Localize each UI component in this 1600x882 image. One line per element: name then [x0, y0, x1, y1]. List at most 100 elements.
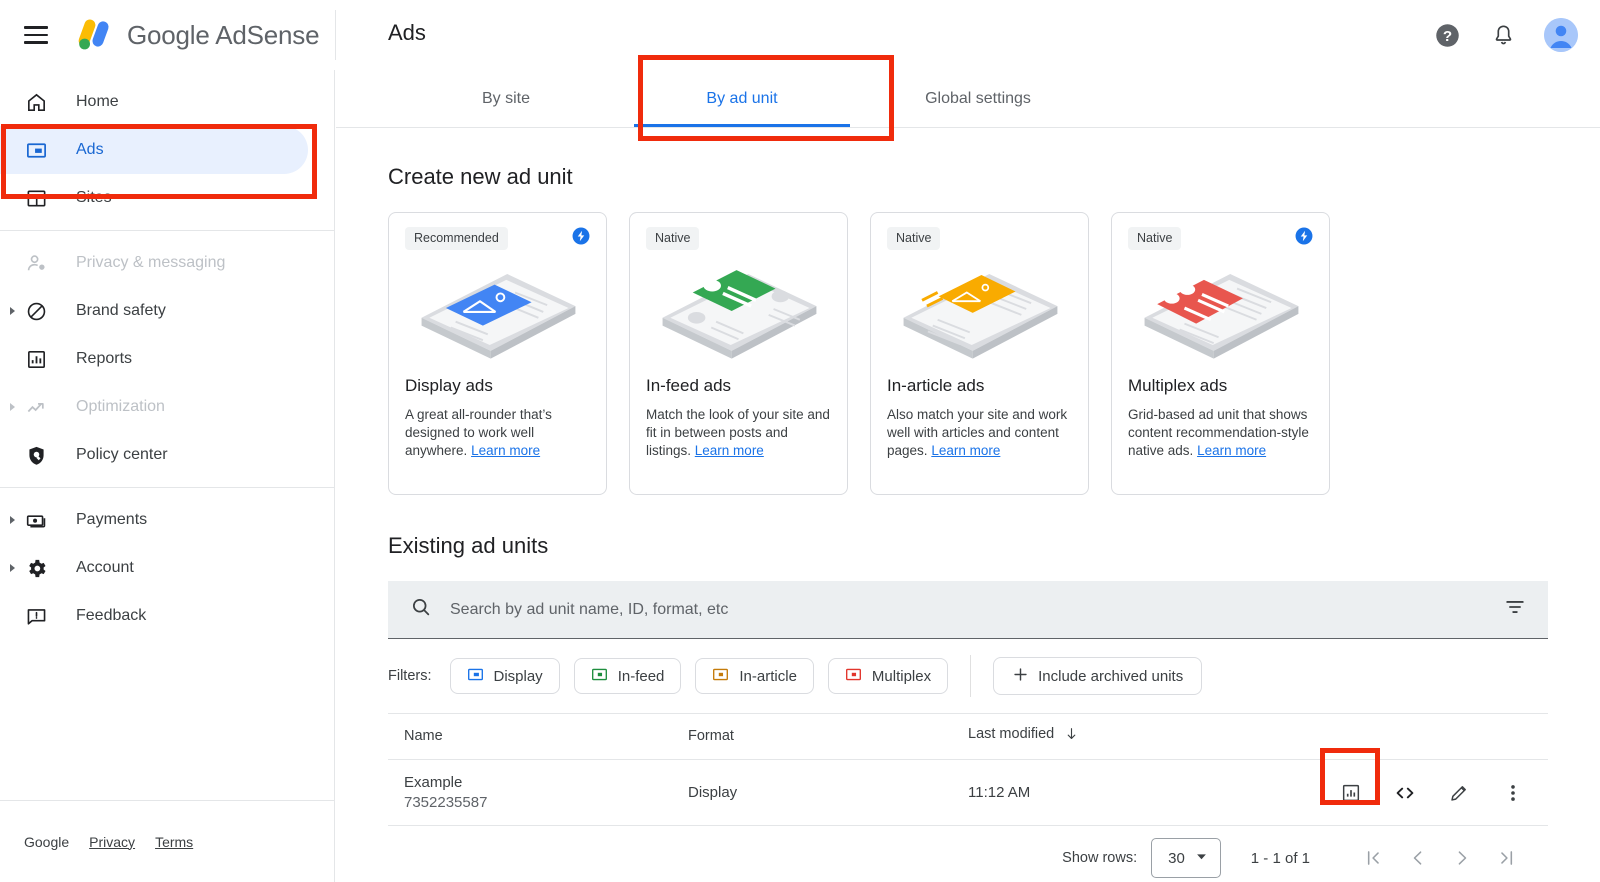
bell-icon[interactable] [1488, 20, 1518, 50]
sidebar-item-label: Privacy & messaging [76, 254, 226, 271]
card-badge: Native [646, 227, 700, 250]
table-head: Name Format Last modified [388, 713, 1548, 760]
learn-more-link[interactable]: Learn more [1197, 443, 1266, 458]
sidebar-group-tools: Privacy & messaging Brand safety Reports… [0, 231, 334, 487]
sidebar-item-account[interactable]: Account [0, 544, 308, 592]
footer-privacy-link[interactable]: Privacy [89, 834, 135, 850]
multiplex-format-icon [845, 666, 862, 687]
cell-format: Display [688, 759, 968, 826]
account-avatar[interactable] [1544, 18, 1578, 52]
card-header: Native [646, 227, 831, 250]
ads-icon [24, 138, 48, 162]
sidebar-item-ads[interactable]: Ads [0, 126, 308, 174]
column-header-name[interactable]: Name [388, 713, 688, 760]
filter-chip-display[interactable]: Display [449, 658, 560, 694]
sidebar-item-reports[interactable]: Reports [0, 335, 308, 383]
tab-global-settings[interactable]: Global settings [860, 70, 1096, 127]
sidebar-item-sites[interactable]: Sites [0, 174, 308, 222]
column-header-last-modified[interactable]: Last modified [968, 713, 1268, 760]
table-row[interactable]: Example 7352235587 Display 11:12 AM [388, 759, 1548, 826]
in-article-ad-illustration [887, 256, 1072, 364]
pagination-range: 1 - 1 of 1 [1250, 849, 1310, 867]
show-rows-label: Show rows: [1062, 850, 1138, 866]
card-title: Multiplex ads [1128, 376, 1228, 395]
card-badge: Recommended [405, 227, 508, 250]
brand-logo-group[interactable]: Google AdSense [72, 17, 320, 53]
include-archived-units-button[interactable]: Include archived units [993, 657, 1203, 695]
table-body: Example 7352235587 Display 11:12 AM [388, 759, 1548, 826]
card-in-article-ads[interactable]: Native In-article ads Also match your si… [870, 212, 1089, 495]
prev-page-icon[interactable] [1396, 838, 1440, 878]
sidebar-item-optimization[interactable]: Optimization [0, 383, 308, 431]
tab-label: By site [481, 89, 530, 107]
filter-chip-multiplex[interactable]: Multiplex [827, 658, 949, 694]
tab-by-ad-unit[interactable]: By ad unit [624, 70, 860, 127]
shield-icon [24, 443, 48, 467]
sidebar-item-brand-safety[interactable]: Brand safety [0, 287, 308, 335]
card-description: Grid-based ad unit that shows content re… [1128, 406, 1313, 460]
card-header: Native [1128, 227, 1313, 250]
hamburger-icon[interactable] [24, 26, 48, 44]
tab-by-site[interactable]: By site [388, 70, 624, 127]
content-area: Create new ad unit Recommended Display a… [336, 128, 1600, 882]
sidebar-item-privacy-messaging[interactable]: Privacy & messaging [0, 239, 308, 287]
card-in-feed-ads[interactable]: Native In-feed ads Match the look of you… [629, 212, 848, 495]
header-divider [335, 10, 336, 60]
tune-icon[interactable] [1504, 596, 1526, 623]
learn-more-link[interactable]: Learn more [695, 443, 764, 458]
existing-section-title: Existing ad units [388, 533, 549, 558]
get-code-button[interactable] [1392, 780, 1418, 806]
ad-unit-type-cards: Recommended Display ads A great all-roun… [388, 212, 1548, 495]
cell-actions [1268, 759, 1548, 826]
card-multiplex-ads[interactable]: Native Multiplex ads Grid-based ad unit … [1111, 212, 1330, 495]
sidebar-group-account: Payments Account Feedback [0, 488, 334, 648]
filter-chip-label: In-feed [617, 667, 665, 685]
sidebar-item-label: Sites [76, 189, 112, 206]
filter-chip-label: Multiplex [871, 667, 932, 685]
sidebar-item-payments[interactable]: Payments [0, 496, 308, 544]
tab-label: By ad unit [706, 89, 778, 107]
plus-icon [1012, 666, 1029, 687]
filter-chip-in-feed[interactable]: In-feed [573, 658, 682, 694]
card-badge: Native [1128, 227, 1182, 250]
next-page-icon[interactable] [1440, 838, 1484, 878]
column-header-format[interactable]: Format [688, 713, 968, 760]
search-input[interactable] [450, 600, 1486, 619]
sidebar-item-policy-center[interactable]: Policy center [0, 431, 308, 479]
home-icon [24, 90, 48, 114]
first-page-icon[interactable] [1352, 838, 1396, 878]
sidebar-item-feedback[interactable]: Feedback [0, 592, 308, 640]
filter-chip-label: Display [493, 667, 543, 685]
ad-unit-name: Example [404, 774, 463, 791]
last-page-icon[interactable] [1484, 838, 1528, 878]
table-header-row: Name Format Last modified [388, 713, 1548, 760]
footer-terms-link[interactable]: Terms [155, 834, 193, 850]
display-format-icon [467, 666, 484, 687]
adsense-logo-icon [78, 19, 109, 50]
footer-google-label: Google [24, 833, 70, 850]
page-title: Ads [388, 20, 426, 45]
tab-bar: By site By ad unit Global settings [336, 70, 1600, 128]
learn-more-link[interactable]: Learn more [931, 443, 1000, 458]
sidebar-item-label: Home [76, 93, 119, 110]
column-header-actions [1268, 713, 1548, 760]
edit-button[interactable] [1446, 780, 1472, 806]
more-options-button[interactable] [1500, 780, 1526, 806]
view-report-button[interactable] [1338, 780, 1364, 806]
search-bar [388, 581, 1548, 639]
sidebar-item-label: Account [76, 559, 134, 576]
rows-per-page-value: 30 [1168, 849, 1185, 867]
card-display-ads[interactable]: Recommended Display ads A great all-roun… [388, 212, 607, 495]
sidebar-item-label: Optimization [76, 398, 165, 415]
money-icon [24, 508, 48, 532]
filters-divider [970, 655, 972, 697]
filter-chip-in-article[interactable]: In-article [695, 658, 814, 694]
in-feed-format-icon [591, 666, 608, 687]
bolt-icon [572, 227, 590, 245]
learn-more-link[interactable]: Learn more [471, 443, 540, 458]
bolt-icon [1295, 227, 1313, 245]
sidebar-footer: Google Privacy Terms [0, 800, 334, 882]
help-icon[interactable]: ? [1432, 20, 1462, 50]
rows-per-page-select[interactable]: 30 [1151, 838, 1221, 878]
sidebar-item-home[interactable]: Home [0, 78, 308, 126]
